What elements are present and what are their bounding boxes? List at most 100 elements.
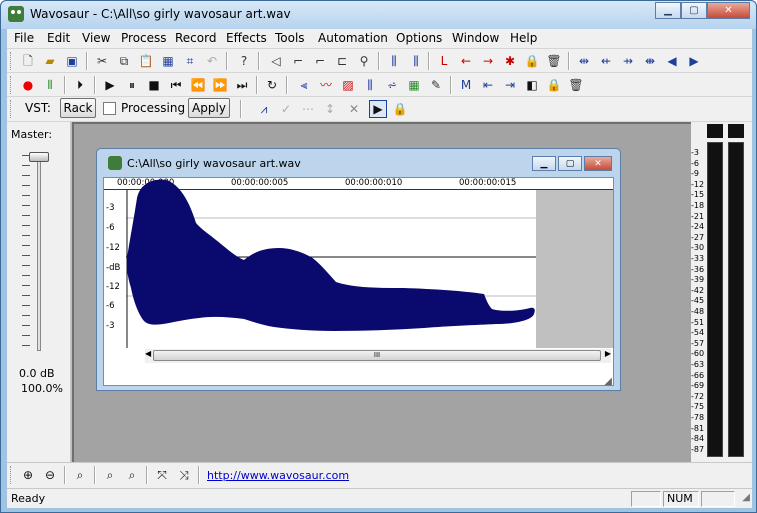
automation-lock-icon[interactable]: 🔒 bbox=[391, 100, 409, 118]
region-trash-icon[interactable]: 🗑 bbox=[567, 76, 585, 94]
eq-icon[interactable]: ▦ bbox=[405, 76, 423, 94]
slice-right-icon[interactable]: ⇸ bbox=[619, 52, 637, 70]
automation-check-icon[interactable]: ✓ bbox=[277, 100, 295, 118]
play-right-icon[interactable]: ▶ bbox=[685, 52, 703, 70]
fast-forward-icon[interactable]: ⏩ bbox=[211, 76, 229, 94]
pencil-icon[interactable]: ✎ bbox=[427, 76, 445, 94]
doc-minimize-button[interactable]: ▁ bbox=[532, 156, 556, 171]
automation-curve-icon[interactable]: ⩘ bbox=[255, 100, 273, 118]
size-grip-icon[interactable]: ◢ bbox=[742, 492, 750, 503]
zoom-vertical-in-icon[interactable]: ⌕ bbox=[101, 466, 119, 484]
toolbar-grip[interactable] bbox=[10, 76, 13, 94]
zoom-vertical-out-icon[interactable]: ⌕ bbox=[123, 466, 141, 484]
menu-effects[interactable]: Effects bbox=[226, 31, 267, 45]
close-button[interactable]: ✕ bbox=[707, 2, 750, 19]
menu-file[interactable]: File bbox=[14, 31, 34, 45]
scroll-right-icon[interactable]: ▶ bbox=[605, 349, 611, 358]
new-file-icon[interactable]: 🗋 bbox=[19, 52, 37, 70]
marker-right-icon[interactable]: ⇥ bbox=[501, 76, 519, 94]
wave-split-icon[interactable]: ⫼ bbox=[385, 52, 403, 70]
menu-tools[interactable]: Tools bbox=[275, 31, 305, 45]
toolbar-grip[interactable] bbox=[10, 100, 13, 118]
maximize-button[interactable]: ▢ bbox=[681, 2, 707, 19]
play-icon[interactable]: ▶ bbox=[101, 76, 119, 94]
insert-silence-icon[interactable]: ⫷ bbox=[295, 76, 313, 94]
scroll-left-icon[interactable]: ◀ bbox=[145, 349, 151, 358]
normalize-icon[interactable]: ⫼ bbox=[361, 76, 379, 94]
menu-help[interactable]: Help bbox=[510, 31, 537, 45]
copy-icon[interactable]: ⧉ bbox=[115, 52, 133, 70]
marker-lock-icon[interactable]: 🔒 bbox=[523, 52, 541, 70]
region-lock-icon[interactable]: 🔒 bbox=[545, 76, 563, 94]
zoom-fit-icon[interactable]: ⌕ bbox=[71, 466, 89, 484]
automation-delete-icon[interactable]: ✕ bbox=[345, 100, 363, 118]
doc-maximize-button[interactable]: ▢ bbox=[558, 156, 582, 171]
pause-icon[interactable]: ⏸ bbox=[123, 76, 141, 94]
automation-play-icon[interactable]: ▶ bbox=[369, 100, 387, 118]
zoom-all-icon[interactable]: ⤨ bbox=[175, 466, 193, 484]
toolbar-grip[interactable] bbox=[10, 52, 13, 70]
slice-icon[interactable]: ⇹ bbox=[575, 52, 593, 70]
marker-left-icon[interactable]: ⇤ bbox=[479, 76, 497, 94]
scroll-thumb[interactable]: III bbox=[153, 350, 601, 361]
crop-icon[interactable]: ⌗ bbox=[181, 52, 199, 70]
waveform-view[interactable]: 00:00:00:000 00:00:00:005 00:00:00:010 0… bbox=[103, 177, 614, 386]
envelope-icon[interactable]: 〰 bbox=[317, 76, 335, 94]
zoom-out-icon[interactable]: ⊖ bbox=[41, 466, 59, 484]
region-icon[interactable]: ◧ bbox=[523, 76, 541, 94]
cut-icon[interactable]: ✂ bbox=[93, 52, 111, 70]
menu-view[interactable]: View bbox=[82, 31, 110, 45]
master-fader-knob[interactable] bbox=[29, 152, 49, 162]
horizontal-scrollbar[interactable]: ◀ III ▶ bbox=[145, 349, 611, 363]
marker-m-icon[interactable]: M bbox=[457, 76, 475, 94]
loop-icon[interactable]: ↻ bbox=[263, 76, 281, 94]
menu-options[interactable]: Options bbox=[396, 31, 442, 45]
marker-delete-icon[interactable]: ✱ bbox=[501, 52, 519, 70]
toolbar-grip[interactable] bbox=[10, 466, 13, 484]
apply-button[interactable]: Apply bbox=[188, 98, 230, 118]
speaker-icon[interactable]: ◁ bbox=[267, 52, 285, 70]
marker-prev-icon[interactable]: ← bbox=[457, 52, 475, 70]
menu-window[interactable]: Window bbox=[452, 31, 499, 45]
quantize-icon[interactable]: ⊏ bbox=[333, 52, 351, 70]
resize-grip-icon[interactable]: ◢ bbox=[604, 376, 612, 387]
menu-automation[interactable]: Automation bbox=[318, 31, 388, 45]
website-link[interactable]: http://www.wavosaur.com bbox=[207, 469, 349, 482]
zoom-selection-icon[interactable]: ⤧ bbox=[153, 466, 171, 484]
master-fader-track[interactable] bbox=[37, 155, 41, 351]
menu-record[interactable]: Record bbox=[175, 31, 216, 45]
zoom-in-icon[interactable]: ⊕ bbox=[19, 466, 37, 484]
doc-close-button[interactable]: ✕ bbox=[584, 156, 612, 171]
fade-icon[interactable]: ⩫ bbox=[383, 76, 401, 94]
trim-icon[interactable]: ▦ bbox=[159, 52, 177, 70]
play-left-icon[interactable]: ◀ bbox=[663, 52, 681, 70]
record-icon[interactable]: ● bbox=[19, 76, 37, 94]
link-icon[interactable]: ⚲ bbox=[355, 52, 373, 70]
paste-icon[interactable]: 📋 bbox=[137, 52, 155, 70]
record-meter-icon[interactable]: ⦀ bbox=[41, 76, 59, 94]
step-up-icon[interactable]: ⌐ bbox=[289, 52, 307, 70]
marker-trash-icon[interactable]: 🗑 bbox=[545, 52, 563, 70]
automation-points-icon[interactable]: ⋯ bbox=[299, 100, 317, 118]
menu-process[interactable]: Process bbox=[121, 31, 167, 45]
go-end-icon[interactable]: ⏭ bbox=[233, 76, 251, 94]
slice-left-icon[interactable]: ⇷ bbox=[597, 52, 615, 70]
go-start-icon[interactable]: ⏮ bbox=[167, 76, 185, 94]
marker-next-icon[interactable]: → bbox=[479, 52, 497, 70]
document-icon[interactable] bbox=[108, 156, 122, 170]
help-icon[interactable]: ? bbox=[235, 52, 253, 70]
rack-button[interactable]: Rack bbox=[60, 98, 96, 118]
minimize-button[interactable]: ▁ bbox=[655, 2, 681, 19]
wave-merge-icon[interactable]: ⫼ bbox=[407, 52, 425, 70]
open-folder-icon[interactable]: ▰ bbox=[41, 52, 59, 70]
play-from-icon[interactable]: ⏵ bbox=[71, 76, 89, 94]
menu-edit[interactable]: Edit bbox=[47, 31, 70, 45]
spectrum-icon[interactable]: ▨ bbox=[339, 76, 357, 94]
automation-move-icon[interactable]: ↕ bbox=[321, 100, 339, 118]
wavosaur-app-icon[interactable] bbox=[8, 6, 24, 22]
marker-start-icon[interactable]: L bbox=[435, 52, 453, 70]
rewind-icon[interactable]: ⏪ bbox=[189, 76, 207, 94]
save-icon[interactable]: ▣ bbox=[63, 52, 81, 70]
stop-icon[interactable]: ■ bbox=[145, 76, 163, 94]
document-window[interactable]: C:\All\so girly wavosaur art.wav ▁ ▢ ✕ 0… bbox=[96, 148, 621, 391]
